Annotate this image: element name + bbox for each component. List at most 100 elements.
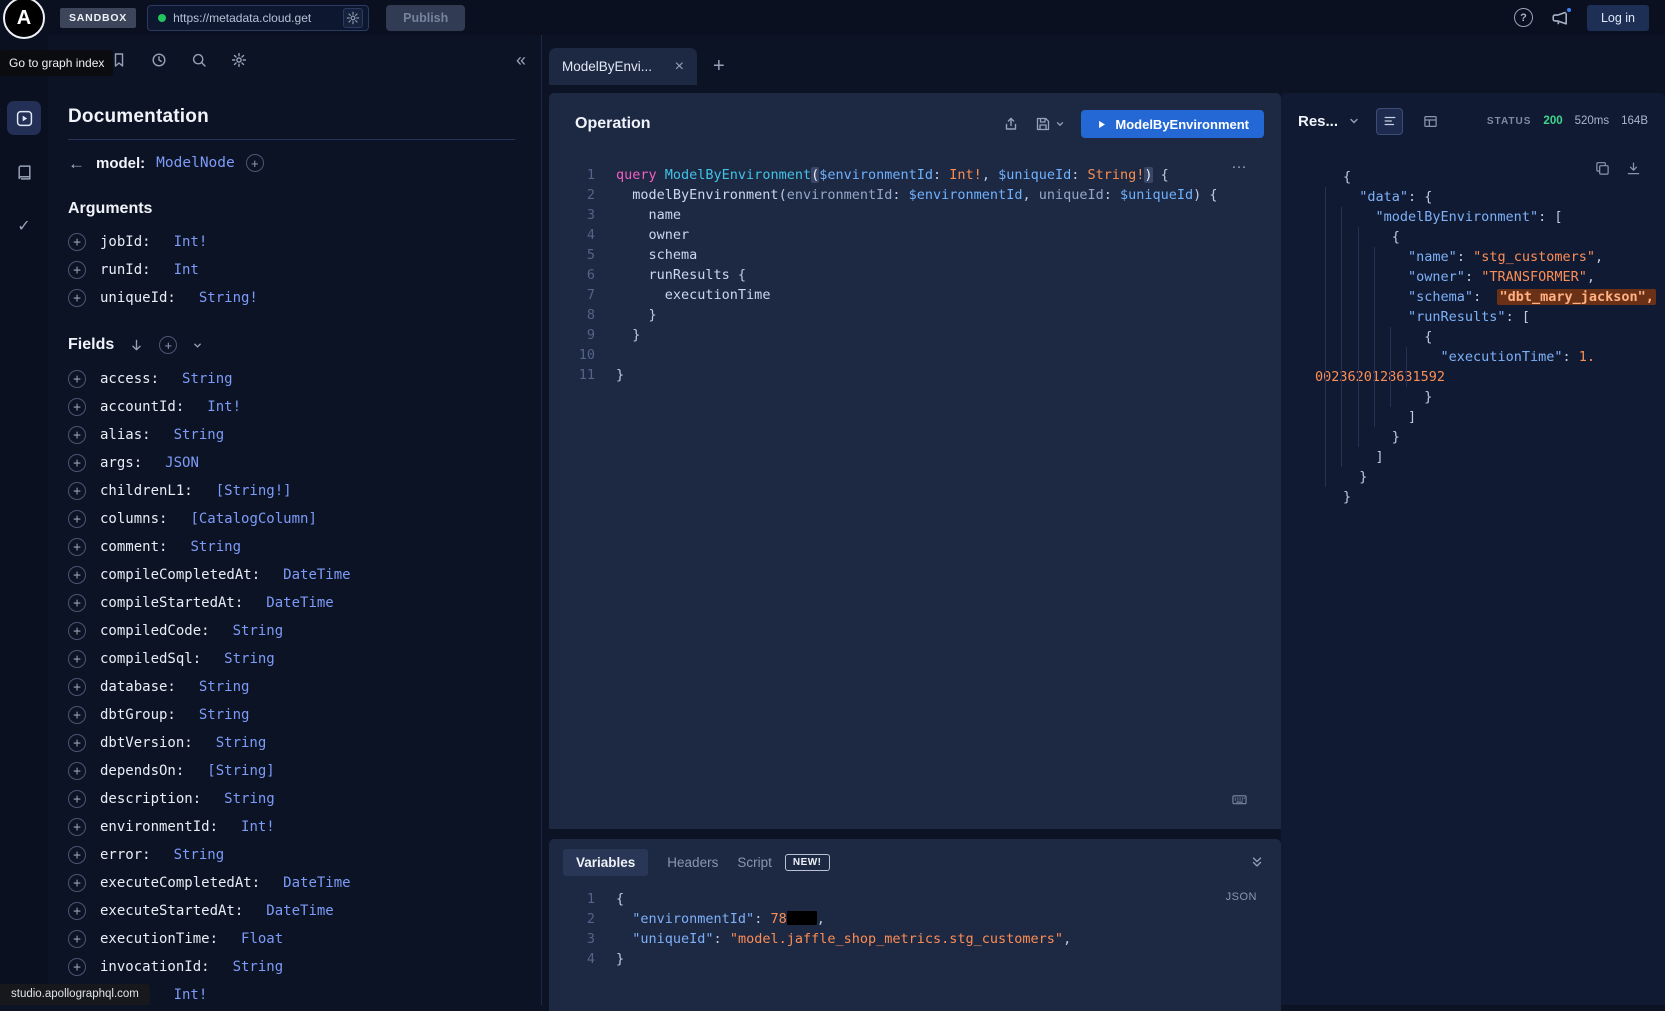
announcements-icon[interactable] bbox=[1551, 9, 1569, 27]
add-to-query-icon[interactable]: + bbox=[68, 734, 86, 752]
schema-field-row[interactable]: +error:String bbox=[68, 841, 515, 869]
add-to-query-icon[interactable]: + bbox=[68, 650, 86, 668]
field-type-link[interactable]: DateTime bbox=[266, 903, 333, 919]
response-viewer[interactable]: { "data": { "modelByEnvironment": [ { "n… bbox=[1294, 167, 1661, 1005]
field-type-link[interactable]: String bbox=[216, 735, 267, 751]
add-to-query-icon[interactable]: + bbox=[68, 233, 86, 251]
schema-field-row[interactable]: +dbtVersion:String bbox=[68, 729, 515, 757]
field-type-link[interactable]: String! bbox=[199, 290, 258, 306]
tree-view-toggle-icon[interactable] bbox=[1376, 108, 1403, 135]
tab-headers[interactable]: Headers bbox=[667, 855, 718, 870]
close-tab-icon[interactable]: × bbox=[675, 58, 684, 76]
collapse-bottom-panel-icon[interactable] bbox=[1250, 855, 1264, 869]
schema-field-row[interactable]: +alias:String bbox=[68, 421, 515, 449]
add-to-query-icon[interactable]: + bbox=[68, 790, 86, 808]
field-type-link[interactable]: String bbox=[233, 623, 284, 639]
schema-field-row[interactable]: +compiledCode:String bbox=[68, 617, 515, 645]
operation-editor[interactable]: 1query ModelByEnvironment($environmentId… bbox=[549, 165, 1281, 789]
schema-field-row[interactable]: +childrenL1:[String!] bbox=[68, 477, 515, 505]
schema-field-row[interactable]: +description:String bbox=[68, 785, 515, 813]
add-to-query-icon[interactable]: + bbox=[68, 454, 86, 472]
response-dropdown-chevron-icon[interactable] bbox=[1348, 115, 1360, 127]
schema-field-row[interactable]: +access:String bbox=[68, 365, 515, 393]
help-icon[interactable]: ? bbox=[1514, 8, 1533, 27]
schema-field-row[interactable]: +columns:[CatalogColumn] bbox=[68, 505, 515, 533]
field-type-link[interactable]: Int! bbox=[207, 399, 241, 415]
run-operation-button[interactable]: ModelByEnvironment bbox=[1081, 110, 1264, 138]
schema-nav-icon[interactable] bbox=[7, 155, 41, 189]
field-type-link[interactable]: String bbox=[233, 959, 284, 975]
field-type-link[interactable]: Int! bbox=[241, 819, 275, 835]
schema-field-row[interactable]: +compileCompletedAt:DateTime bbox=[68, 561, 515, 589]
field-type-link[interactable]: Int! bbox=[174, 987, 208, 1003]
add-to-query-icon[interactable]: + bbox=[68, 261, 86, 279]
add-to-query-icon[interactable]: + bbox=[68, 370, 86, 388]
collapse-panel-icon[interactable]: « bbox=[516, 51, 526, 69]
back-arrow-icon[interactable]: ← bbox=[68, 155, 85, 172]
sort-fields-icon[interactable] bbox=[129, 338, 144, 353]
operation-more-icon[interactable]: … bbox=[1231, 155, 1249, 173]
field-type-link[interactable]: String bbox=[224, 651, 275, 667]
field-type-link[interactable]: Int bbox=[174, 262, 199, 278]
schema-field-row[interactable]: +executeStartedAt:DateTime bbox=[68, 897, 515, 925]
add-to-query-icon[interactable]: + bbox=[68, 706, 86, 724]
add-to-query-icon[interactable]: + bbox=[68, 594, 86, 612]
add-to-query-icon[interactable]: + bbox=[68, 874, 86, 892]
field-type-link[interactable]: Int! bbox=[174, 234, 208, 250]
field-type-link[interactable]: String bbox=[174, 427, 225, 443]
add-to-query-icon[interactable]: + bbox=[68, 902, 86, 920]
operation-tab[interactable]: ModelByEnvi... × bbox=[549, 48, 697, 85]
add-all-fields-icon[interactable]: + bbox=[246, 154, 264, 172]
save-operation-button[interactable] bbox=[1035, 116, 1065, 132]
schema-field-row[interactable]: +accountId:Int! bbox=[68, 393, 515, 421]
add-to-query-icon[interactable]: + bbox=[68, 622, 86, 640]
endpoint-url[interactable]: https://metadata.cloud.get bbox=[173, 11, 336, 25]
add-to-query-icon[interactable]: + bbox=[68, 510, 86, 528]
add-to-query-icon[interactable]: + bbox=[68, 538, 86, 556]
table-view-toggle-icon[interactable] bbox=[1423, 114, 1438, 129]
add-to-query-icon[interactable]: + bbox=[68, 846, 86, 864]
field-type-link[interactable]: String bbox=[182, 371, 233, 387]
add-fields-icon[interactable]: + bbox=[159, 336, 177, 354]
history-icon[interactable] bbox=[151, 52, 167, 68]
field-type-link[interactable]: String bbox=[224, 791, 275, 807]
explorer-nav-icon[interactable] bbox=[7, 101, 41, 135]
bookmark-icon[interactable] bbox=[111, 52, 127, 68]
add-to-query-icon[interactable]: + bbox=[68, 818, 86, 836]
add-to-query-icon[interactable]: + bbox=[68, 289, 86, 307]
add-to-query-icon[interactable]: + bbox=[68, 930, 86, 948]
field-type-link[interactable]: JSON bbox=[165, 455, 199, 471]
checks-nav-icon[interactable]: ✓ bbox=[7, 209, 41, 243]
add-to-query-icon[interactable]: + bbox=[68, 426, 86, 444]
add-to-query-icon[interactable]: + bbox=[68, 958, 86, 976]
field-type-link[interactable]: [String!] bbox=[216, 483, 292, 499]
add-to-query-icon[interactable]: + bbox=[68, 482, 86, 500]
schema-field-row[interactable]: +invocationId:String bbox=[68, 953, 515, 981]
schema-field-row[interactable]: +dbtGroup:String bbox=[68, 701, 515, 729]
add-to-query-icon[interactable]: + bbox=[68, 678, 86, 696]
schema-field-row[interactable]: +jobId:Int! bbox=[68, 228, 515, 256]
new-tab-icon[interactable]: + bbox=[713, 55, 725, 78]
apollo-logo[interactable]: A bbox=[3, 0, 45, 39]
login-button[interactable]: Log in bbox=[1587, 5, 1649, 31]
schema-field-row[interactable]: +compileStartedAt:DateTime bbox=[68, 589, 515, 617]
schema-field-row[interactable]: +compiledSql:String bbox=[68, 645, 515, 673]
variables-editor[interactable]: 1{2 "environmentId": 78,3 "uniqueId": "m… bbox=[549, 889, 1281, 969]
schema-field-row[interactable]: +executeCompletedAt:DateTime bbox=[68, 869, 515, 897]
schema-field-row[interactable]: +dependsOn:[String] bbox=[68, 757, 515, 785]
schema-field-row[interactable]: +environmentId:Int! bbox=[68, 813, 515, 841]
add-fields-chevron-icon[interactable] bbox=[192, 340, 203, 351]
schema-field-row[interactable]: +executionTime:Float bbox=[68, 925, 515, 953]
keyboard-shortcuts-icon[interactable] bbox=[1230, 792, 1249, 807]
schema-field-row[interactable]: +database:String bbox=[68, 673, 515, 701]
share-operation-icon[interactable] bbox=[1003, 116, 1019, 132]
connection-settings-icon[interactable] bbox=[343, 8, 363, 28]
field-type-link[interactable]: String bbox=[199, 707, 250, 723]
publish-button[interactable]: Publish bbox=[386, 5, 465, 31]
add-to-query-icon[interactable]: + bbox=[68, 566, 86, 584]
field-type-link[interactable]: String bbox=[190, 539, 241, 555]
schema-field-row[interactable]: +comment:String bbox=[68, 533, 515, 561]
tab-script[interactable]: Script bbox=[737, 855, 772, 870]
field-type-link[interactable]: DateTime bbox=[283, 567, 350, 583]
add-to-query-icon[interactable]: + bbox=[68, 762, 86, 780]
